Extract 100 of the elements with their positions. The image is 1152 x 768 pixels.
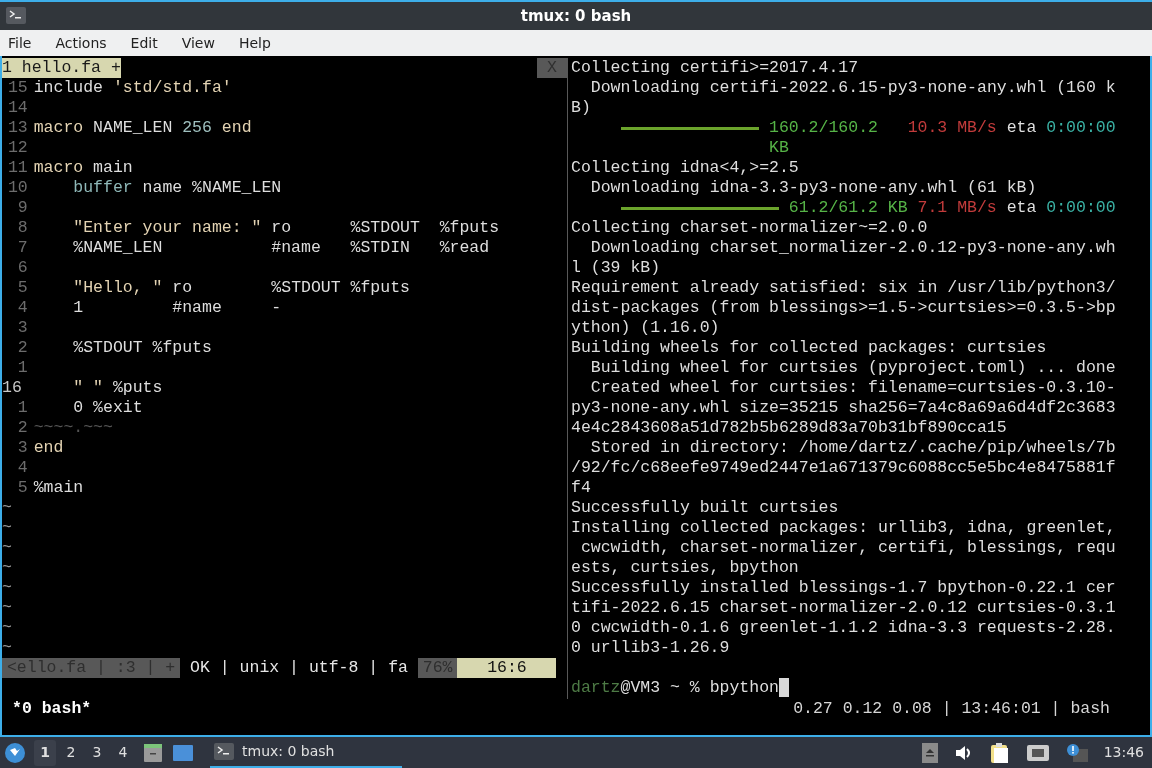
terminal-line: Downloading idna-3.3-py3-none-any.whl (61 kB): [590, 178, 1037, 198]
terminal-line: ests, curtsies, bpython: [571, 558, 799, 578]
window-title: tmux: 0 bash: [520, 5, 632, 27]
line-number: 3: [16, 438, 29, 458]
terminal-line: Installing collected packages: urllib3, idna, greenlet,: [571, 518, 1116, 538]
line-number: 1: [16, 358, 29, 378]
code-line: buffer name %NAME_LEN: [73, 178, 282, 198]
terminal-line: Successfully built curtsies: [571, 498, 839, 518]
terminal-line: 61.2/61.2 KB 7.1 MB/s eta 0:00:00: [788, 198, 1116, 218]
tmux-status-info: 0.27 0.12 0.08 | 13:46:01 | bash: [793, 699, 1110, 719]
line-number: 13: [6, 118, 29, 138]
file-info: OK | unix | utf-8 | fa: [189, 658, 409, 678]
terminal-icon: [214, 743, 234, 760]
terminal-line: Building wheels for collected packages: curtsies: [571, 338, 1047, 358]
code-line: 1 #name -: [73, 298, 282, 318]
code-line: "Hello, " ro %STDOUT %fputs: [73, 278, 410, 298]
menu-item[interactable]: Help: [238, 32, 271, 54]
editor-tab[interactable]: 1 hello.fa +: [2, 58, 121, 78]
terminal-line: Collecting idna<4,>=2.5: [571, 158, 799, 178]
workspace-button[interactable]: 3: [86, 739, 108, 766]
code-line: " " %puts: [73, 378, 163, 398]
terminal-line: B): [571, 98, 591, 118]
menu-item[interactable]: File: [8, 32, 32, 54]
terminal-line: /92/fc/c68eefe9749ed2447e1a671379c6088cc5e5bc4e8475881f: [571, 458, 1116, 478]
line-number: 4: [16, 458, 29, 478]
terminal-line: 160.2/160.2 10.3 MB/s eta 0:00:00: [769, 118, 1116, 138]
empty-line-marker: ~: [2, 598, 12, 618]
code-line: %STDOUT %fputs: [73, 338, 212, 358]
terminal-line: ython) (1.16.0): [571, 318, 720, 338]
terminal-line: Building wheel for curtsies (pyproject.toml) ... done: [590, 358, 1116, 378]
terminal-line: dartz@VM3 ~ % bpython: [571, 678, 779, 698]
clipboard-icon[interactable]: [989, 741, 1010, 764]
terminal-line: 0 cwcwidth-0.1.6 greenlet-1.1.2 idna-3.3 requests-2.28.: [571, 618, 1116, 638]
terminal-line: Collecting charset-normalizer~=2.0.0: [571, 218, 928, 238]
code-line: include 'std/std.fa': [33, 78, 232, 98]
code-line: 0 %exit: [73, 398, 143, 418]
line-number: 16: [2, 378, 23, 398]
code-line: macro NAME_LEN 256 end: [33, 118, 252, 138]
menu-item[interactable]: Actions: [55, 32, 107, 54]
empty-line-marker: ~: [2, 578, 12, 598]
terminal-icon: [6, 7, 26, 24]
terminal-line: py3-none-any.whl size=35215 sha256=7a4c8a69a6d4df2c3683: [571, 398, 1116, 418]
cursor-position: 16:6: [457, 658, 557, 678]
empty-line-marker: ~: [2, 558, 12, 578]
terminal-line: Stored in directory: /home/dartz/.cache/pip/wheels/7b: [590, 438, 1116, 458]
terminal-line: tifi-2022.6.15 charset-normalizer-2.0.12 curtsies-0.3.1: [571, 598, 1116, 618]
desktop-icon[interactable]: [172, 742, 194, 763]
eject-icon[interactable]: [921, 742, 938, 763]
empty-line-marker: ~: [2, 618, 12, 638]
terminal-line: Successfully installed blessings-1.7 bpython-0.22.1 cer: [571, 578, 1116, 598]
terminal-line: Collecting certifi>=2017.4.17: [571, 58, 859, 78]
code-line: macro main: [33, 158, 133, 178]
menu-item[interactable]: Edit: [130, 32, 158, 54]
terminal-line: Downloading charset_normalizer-2.0.12-py3-none-any.wh: [590, 238, 1116, 258]
line-number: 6: [16, 258, 29, 278]
terminal-line: Requirement already satisfied: six in /usr/lib/python3/: [571, 278, 1116, 298]
line-number: 8: [16, 218, 29, 238]
line-number: 2: [16, 338, 29, 358]
empty-line-marker: ~: [2, 498, 12, 518]
empty-line-marker: ~: [2, 638, 12, 658]
line-number: 9: [16, 198, 29, 218]
file-manager-icon[interactable]: [142, 741, 164, 764]
line-number: 2: [16, 418, 29, 438]
terminal-line: 0 urllib3-1.26.9: [571, 638, 730, 658]
tmux-window-label[interactable]: *0 bash*: [12, 699, 92, 719]
terminal-line: cwcwidth, charset-normalizer, certifi, blessings, requ: [580, 538, 1116, 558]
code-line: %main: [33, 478, 84, 498]
start-menu-icon[interactable]: [4, 741, 26, 764]
workspace-button[interactable]: 2: [60, 739, 82, 766]
code-line: ~~~~.~~~: [33, 418, 113, 438]
line-number: 12: [6, 138, 29, 158]
network-icon[interactable]: [1025, 743, 1050, 762]
terminal-line: Downloading certifi-2022.6.15-py3-none-any.whl (160 k: [590, 78, 1116, 98]
line-number: 11: [6, 158, 29, 178]
notification-icon[interactable]: [1065, 742, 1088, 763]
line-number: 5: [16, 478, 29, 498]
code-line: end: [33, 438, 64, 458]
terminal-line: KB: [769, 138, 789, 158]
taskbar-button[interactable]: tmux: 0 bash: [210, 737, 402, 768]
terminal-line: 4e4c2843608a51d782b5b6289d83a70b31bf890cca15: [571, 418, 1007, 438]
line-number: 14: [6, 98, 29, 118]
empty-line-marker: ~: [2, 518, 12, 538]
terminal-line: f4: [571, 478, 591, 498]
menu-item[interactable]: View: [181, 32, 215, 54]
line-number: 7: [16, 238, 29, 258]
line-number: 4: [16, 298, 29, 318]
terminal-line: Created wheel for curtsies: filename=curtsies-0.3.10-: [590, 378, 1116, 398]
code-line: %NAME_LEN #name %STDIN %read: [73, 238, 490, 258]
terminal-line: l (39 kB): [571, 258, 661, 278]
line-number: 10: [6, 178, 29, 198]
code-line: "Enter your name: " ro %STDOUT %fputs: [73, 218, 500, 238]
workspace-button[interactable]: 4: [112, 739, 134, 766]
line-number: 1: [16, 398, 29, 418]
line-number: 3: [16, 318, 29, 338]
clock[interactable]: 13:46: [1103, 742, 1144, 763]
workspace-button[interactable]: 1: [34, 739, 56, 766]
line-number: 5: [16, 278, 29, 298]
line-number: 15: [6, 78, 29, 98]
terminal-line: dist-packages (from blessings>=1.5->curtsies>=0.3.5->bp: [571, 298, 1116, 318]
empty-line-marker: ~: [2, 538, 12, 558]
